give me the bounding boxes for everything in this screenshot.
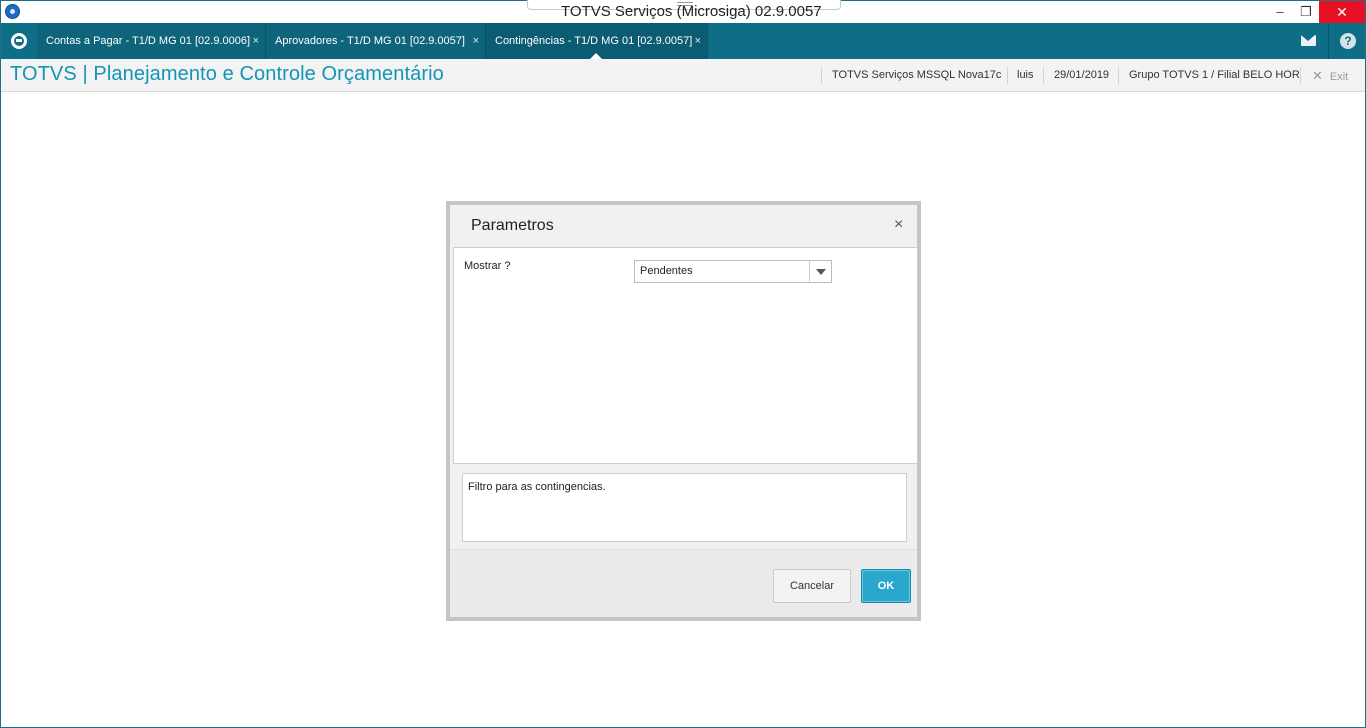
tab-close-icon[interactable]: × [253, 23, 259, 59]
header-divider [1007, 67, 1008, 84]
page-title: TOTVS | Planejamento e Controle Orçament… [10, 63, 444, 85]
header-divider [1043, 67, 1044, 84]
home-button[interactable] [1, 23, 37, 59]
tab-close-icon[interactable]: × [473, 23, 479, 59]
app-logo-icon [5, 4, 20, 19]
restore-button[interactable]: ❐ [1289, 1, 1323, 23]
tab-close-icon[interactable]: × [695, 23, 701, 59]
parameters-panel: Mostrar ? Pendentes [453, 247, 918, 464]
tab-bar: Contas a Pagar - T1/D MG 01 [02.9.0006] … [1, 23, 1365, 60]
app-window: TOTVS Serviços (Microsiga) 02.9.0057 – ❐… [0, 0, 1366, 728]
totvs-logo-icon [11, 33, 27, 49]
mail-icon[interactable] [1301, 35, 1316, 46]
dialog-footer: Cancelar OK [450, 549, 917, 617]
dialog-close-icon[interactable]: × [894, 216, 903, 234]
ok-button[interactable]: OK [861, 569, 911, 603]
mostrar-label: Mostrar ? [464, 260, 511, 272]
header-divider [1300, 67, 1301, 84]
exit-icon: ✕ [1312, 68, 1323, 83]
tab-label: Contas a Pagar - T1/D MG 01 [02.9.0006] [46, 35, 251, 47]
tab-divider [707, 23, 708, 59]
mostrar-select[interactable]: Pendentes [634, 260, 832, 283]
tab-contingencias[interactable]: Contingências - T1/D MG 01 [02.9.0057] × [486, 23, 707, 60]
dialog-title: Parametros [471, 217, 554, 234]
tab-contas-a-pagar[interactable]: Contas a Pagar - T1/D MG 01 [02.9.0006] … [37, 23, 265, 59]
close-window-button[interactable]: ✕ [1319, 1, 1365, 23]
cancel-button[interactable]: Cancelar [773, 569, 851, 603]
parameter-help-box: Filtro para as contingencias. [462, 473, 907, 542]
exit-button[interactable]: ✕ Exit [1312, 59, 1348, 92]
header-divider [1118, 67, 1119, 84]
company-label: Grupo TOTVS 1 / Filial BELO HOR [1129, 69, 1300, 81]
exit-label: Exit [1329, 71, 1349, 83]
chevron-down-icon[interactable] [809, 261, 831, 282]
module-header: TOTVS | Planejamento e Controle Orçament… [1, 59, 1365, 92]
date-label: 29/01/2019 [1054, 69, 1110, 81]
window-title: TOTVS Serviços (Microsiga) 02.9.0057 [561, 4, 822, 19]
header-divider [821, 67, 822, 84]
tab-label: Contingências - T1/D MG 01 [02.9.0057] [495, 35, 693, 47]
tab-label: Aprovadores - T1/D MG 01 [02.9.0057] [275, 35, 465, 47]
mostrar-select-value: Pendentes [640, 265, 693, 277]
help-icon[interactable]: ? [1340, 33, 1356, 49]
environment-label: TOTVS Serviços MSSQL Nova17c [832, 69, 1002, 81]
parameters-dialog: Parametros × Mostrar ? Pendentes Filtro … [446, 201, 921, 621]
tab-aprovadores[interactable]: Aprovadores - T1/D MG 01 [02.9.0057] × [266, 23, 485, 59]
title-bar: TOTVS Serviços (Microsiga) 02.9.0057 – ❐… [1, 0, 1365, 23]
user-label: luis [1017, 69, 1034, 81]
toolbar-divider [1328, 23, 1329, 59]
